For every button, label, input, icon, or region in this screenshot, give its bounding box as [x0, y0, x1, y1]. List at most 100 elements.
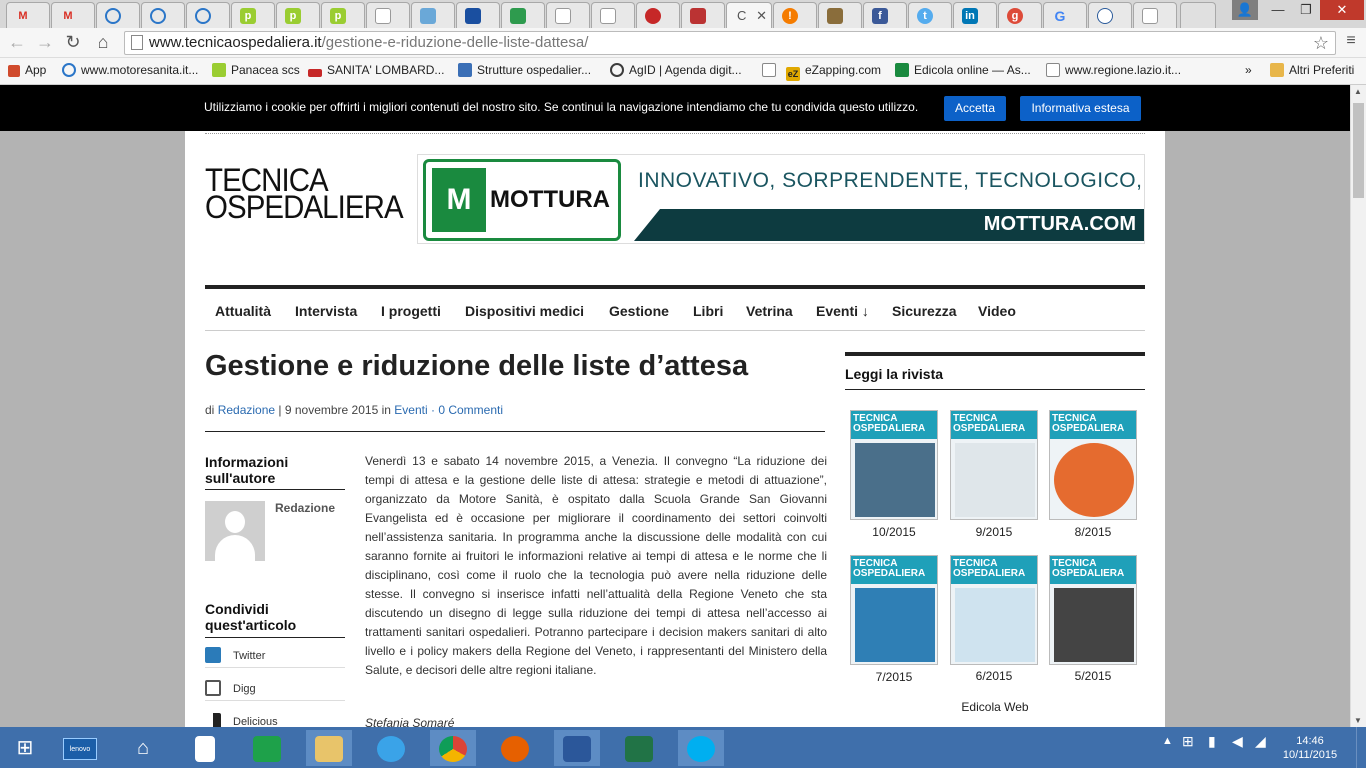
meta-author-link[interactable]: Redazione [218, 403, 275, 417]
bookmark-agid[interactable]: AgID | Agenda digit... [610, 63, 742, 77]
issue-cover[interactable]: TECNICA OSPEDALIERA [850, 555, 938, 665]
share-delicious[interactable]: Delicious [205, 713, 278, 727]
store-app[interactable] [244, 730, 290, 766]
issue-label[interactable]: 10/2015 [850, 525, 938, 539]
author-name[interactable]: Redazione [275, 501, 335, 515]
skype-app[interactable] [678, 730, 724, 766]
nav-item-libri[interactable]: Libri [693, 303, 723, 319]
tab-twitter[interactable]: t [908, 2, 952, 28]
issue-label[interactable]: 6/2015 [950, 669, 1038, 683]
close-window-button[interactable]: ✕ [1320, 0, 1364, 20]
new-tab-button[interactable] [1180, 2, 1216, 28]
volume-icon[interactable]: ◀ [1232, 733, 1243, 750]
tab-site-6[interactable]: ! [773, 2, 817, 28]
tab-blank-3[interactable] [591, 2, 635, 28]
issue-cover[interactable]: TECNICA OSPEDALIERA [950, 410, 1038, 520]
start-button[interactable]: ⊞ [2, 730, 48, 766]
nav-item-progetti[interactable]: I progetti [381, 303, 441, 319]
bookmark-panacea[interactable]: Panacea scs [212, 63, 300, 77]
bookmark-app[interactable]: App [8, 63, 46, 77]
cookie-accept-button[interactable]: Accetta [944, 96, 1006, 121]
tab-motoresanita-3[interactable] [186, 2, 230, 28]
tab-panacea-2[interactable]: p [276, 2, 320, 28]
tab-blank-2[interactable] [546, 2, 590, 28]
issue-cover[interactable]: TECNICA OSPEDALIERA [950, 555, 1038, 665]
tab-site-2[interactable] [456, 2, 500, 28]
bookmarks-overflow[interactable]: » [1245, 63, 1252, 77]
nav-item-eventi[interactable]: Eventi ↓ [816, 303, 869, 319]
tab-linkedin[interactable]: in [953, 2, 997, 28]
issue-label[interactable]: 8/2015 [1049, 525, 1137, 539]
close-tab-icon[interactable]: ✕ [756, 8, 767, 24]
firefox-app[interactable] [492, 730, 538, 766]
tab-panacea-3[interactable]: p [321, 2, 365, 28]
issue-cover[interactable]: TECNICA OSPEDALIERA [1049, 555, 1137, 665]
tab-site-8[interactable] [1088, 2, 1132, 28]
star-icon[interactable]: ☆ [1313, 32, 1329, 54]
issue-label[interactable]: 9/2015 [950, 525, 1038, 539]
excel-app[interactable] [616, 730, 662, 766]
nav-item-intervista[interactable]: Intervista [295, 303, 357, 319]
tab-site-5[interactable] [681, 2, 725, 28]
back-icon[interactable]: ← [6, 32, 28, 53]
bookmark-sanita-lombardia[interactable]: SANITA' LOMBARD... [308, 63, 444, 77]
chrome-app[interactable] [430, 730, 476, 766]
minimize-button[interactable]: — [1264, 0, 1292, 20]
tab-blank-1[interactable] [366, 2, 410, 28]
issue-label[interactable]: 5/2015 [1049, 669, 1137, 683]
bookmark-ezapping[interactable]: eZ eZapping.com [786, 63, 881, 81]
tray-action-icon[interactable]: ⊞ [1182, 733, 1194, 750]
home-icon[interactable]: ⌂ [92, 32, 114, 53]
tab-site-4[interactable] [636, 2, 680, 28]
scroll-up-icon[interactable]: ▲ [1354, 87, 1362, 96]
edicola-web-link[interactable]: Edicola Web [845, 700, 1145, 714]
bookmark-blank[interactable] [762, 63, 781, 77]
tray-expand-icon[interactable]: ▲ [1162, 735, 1173, 747]
address-bar[interactable]: www.tecnicaospedaliera.it/gestione-e-rid… [124, 31, 1336, 55]
tab-active[interactable]: C ✕ [726, 2, 772, 28]
word-app[interactable] [554, 730, 600, 766]
meta-category-link[interactable]: Eventi [394, 403, 427, 417]
tab-blank-4[interactable] [1133, 2, 1177, 28]
home-app[interactable]: ⌂ [120, 730, 166, 766]
tab-motoresanita-2[interactable] [141, 2, 185, 28]
issue-label[interactable]: 7/2015 [850, 670, 938, 684]
ie-app[interactable] [368, 730, 414, 766]
nav-item-sicurezza[interactable]: Sicurezza [892, 303, 957, 319]
reload-icon[interactable]: ↻ [62, 32, 84, 53]
nav-item-attualita[interactable]: Attualità [215, 303, 271, 319]
tab-site-7[interactable] [818, 2, 862, 28]
tab-googleplus[interactable]: g [998, 2, 1042, 28]
bookmark-folder-altri[interactable]: Altri Preferiti [1270, 63, 1354, 77]
share-digg[interactable]: Digg [205, 680, 256, 696]
nav-item-vetrina[interactable]: Vetrina [746, 303, 793, 319]
bookmark-edicola[interactable]: Edicola online — As... [895, 63, 1031, 77]
tab-facebook[interactable]: f [863, 2, 907, 28]
bookmark-strutture[interactable]: Strutture ospedalier... [458, 63, 591, 77]
tab-google[interactable]: G [1043, 2, 1087, 28]
ad-banner[interactable]: M MOTTURA INNOVATIVO, SORPRENDENTE, TECN… [417, 154, 1145, 244]
tab-motoresanita-1[interactable] [96, 2, 140, 28]
clock[interactable]: 14:46 10/11/2015 [1280, 734, 1340, 762]
tab-site-3[interactable] [501, 2, 545, 28]
show-desktop-button[interactable] [1356, 727, 1366, 768]
scroll-down-icon[interactable]: ▼ [1354, 716, 1362, 725]
page-scrollbar[interactable]: ▲ ▼ [1350, 85, 1366, 727]
nav-item-video[interactable]: Video [978, 303, 1016, 319]
bookmark-motoresanita[interactable]: www.motoresanita.it... [62, 63, 198, 77]
forward-icon[interactable]: → [34, 32, 56, 53]
nav-item-dispositivi[interactable]: Dispositivi medici [465, 303, 584, 319]
tab-panacea-1[interactable]: p [231, 2, 275, 28]
lenovo-app[interactable]: lenovo [58, 730, 102, 766]
issue-cover[interactable]: TECNICA OSPEDALIERA [1049, 410, 1137, 520]
scrollbar-thumb[interactable] [1353, 103, 1364, 198]
site-logo[interactable]: TECNICA OSPEDALIERA [205, 164, 404, 223]
tab-site-1[interactable] [411, 2, 455, 28]
explorer-app[interactable] [306, 730, 352, 766]
user-icon[interactable]: 👤 [1232, 0, 1258, 20]
tab-gmail-1[interactable]: M [6, 2, 50, 28]
battery-icon[interactable]: ▮ [1208, 733, 1216, 750]
meta-comments-link[interactable]: · 0 Commenti [431, 403, 503, 417]
restore-button[interactable]: ❐ [1292, 0, 1320, 20]
menu-icon[interactable]: ≡ [1340, 32, 1362, 50]
